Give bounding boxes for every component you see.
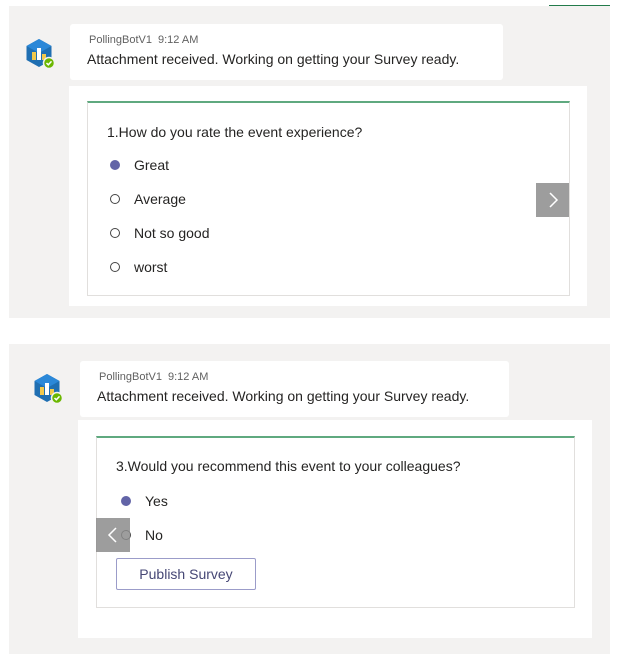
next-button[interactable] bbox=[536, 183, 569, 217]
chevron-right-icon bbox=[548, 192, 558, 208]
chat-panel-1: PollingBotV1 9:12 AM Attachment received.… bbox=[9, 6, 610, 318]
option-worst[interactable]: worst bbox=[110, 259, 167, 275]
sender-name: PollingBotV1 bbox=[99, 371, 162, 383]
publish-survey-button[interactable]: Publish Survey bbox=[116, 558, 256, 590]
radio-unselected-icon[interactable] bbox=[110, 194, 120, 204]
radio-selected-icon[interactable] bbox=[110, 160, 120, 170]
survey-card: 3.Would you recommend this event to your… bbox=[96, 436, 575, 608]
option-label: Not so good bbox=[134, 225, 210, 241]
option-yes[interactable]: Yes bbox=[121, 493, 168, 509]
bot-avatar-icon bbox=[34, 374, 63, 404]
option-label: Average bbox=[134, 191, 186, 207]
bot-avatar-icon bbox=[26, 39, 55, 69]
radio-selected-icon[interactable] bbox=[121, 496, 131, 506]
option-not-so-good[interactable]: Not so good bbox=[110, 225, 210, 241]
radio-unselected-icon[interactable] bbox=[110, 228, 120, 238]
option-great[interactable]: Great bbox=[110, 157, 169, 173]
option-label: worst bbox=[134, 259, 168, 275]
survey-question: 3.Would you recommend this event to your… bbox=[116, 458, 461, 474]
message-text: Attachment received. Working on getting … bbox=[87, 51, 460, 67]
message-bubble: PollingBotV1 9:12 AM Attachment received.… bbox=[80, 361, 509, 417]
chat-panel-2: PollingBotV1 9:12 AM Attachment received.… bbox=[9, 344, 610, 654]
message-time: 9:12 AM bbox=[168, 371, 209, 383]
chevron-left-icon bbox=[107, 527, 117, 543]
survey-question: 1.How do you rate the event experience? bbox=[107, 124, 363, 140]
message-bubble: PollingBotV1 9:12 AM Attachment received.… bbox=[70, 24, 503, 80]
message-time: 9:12 AM bbox=[158, 34, 199, 46]
message-text: Attachment received. Working on getting … bbox=[97, 388, 470, 404]
option-label: No bbox=[145, 527, 163, 543]
option-average[interactable]: Average bbox=[110, 191, 186, 207]
previous-button[interactable] bbox=[96, 518, 130, 552]
survey-card: 1.How do you rate the event experience? … bbox=[87, 101, 570, 296]
option-label: Great bbox=[134, 157, 170, 173]
option-label: Yes bbox=[145, 493, 168, 509]
radio-unselected-icon[interactable] bbox=[110, 262, 120, 272]
sender-name: PollingBotV1 bbox=[89, 34, 152, 46]
